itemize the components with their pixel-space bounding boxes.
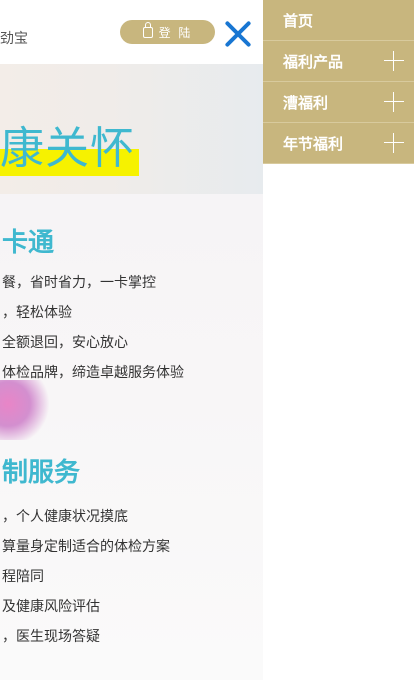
- top-bar: 劲宝 登 陆: [0, 0, 263, 64]
- login-button[interactable]: 登 陆: [120, 20, 215, 44]
- menu-item-welfare-products[interactable]: 福利产品: [263, 41, 414, 82]
- plus-icon[interactable]: [384, 51, 404, 71]
- service-item: 程陪同: [2, 569, 44, 585]
- menu-item-label: 福利产品: [283, 52, 344, 71]
- feature-item: ，轻松体验: [2, 305, 72, 321]
- decorative-figure: [0, 380, 50, 440]
- close-icon[interactable]: [221, 16, 255, 50]
- menu-item-holiday-welfare[interactable]: 年节福利: [263, 123, 414, 164]
- hero-title: 康关怀: [0, 112, 139, 176]
- service-item: 及健康风险评估: [2, 599, 100, 615]
- section-title-service: 制服务: [2, 458, 81, 488]
- menu-item-label: 年节福利: [283, 134, 344, 153]
- feature-item: 体检品牌，缔造卓越服务体验: [2, 365, 184, 381]
- menu-item-label: 漕福利: [283, 93, 329, 112]
- menu-item-label: 首页: [283, 11, 314, 30]
- service-item: 算量身定制适合的体检方案: [2, 539, 170, 555]
- service-item: ，个人健康状况摸底: [2, 509, 128, 525]
- section-title-card: 卡通: [2, 228, 55, 258]
- brand-name: 劲宝: [0, 31, 28, 47]
- service-item: ，医生现场答疑: [2, 629, 100, 645]
- feature-item: 餐，省时省力，一卡掌控: [2, 275, 156, 291]
- menu-item-cao-welfare[interactable]: 漕福利: [263, 82, 414, 123]
- lock-icon: [142, 21, 153, 38]
- side-menu: 首页 福利产品 漕福利 年节福利: [263, 0, 414, 164]
- menu-item-home[interactable]: 首页: [263, 0, 414, 41]
- feature-item: 全额退回，安心放心: [2, 335, 128, 351]
- plus-icon[interactable]: [384, 133, 404, 153]
- login-label: 登 陆: [158, 25, 193, 40]
- plus-icon[interactable]: [384, 92, 404, 112]
